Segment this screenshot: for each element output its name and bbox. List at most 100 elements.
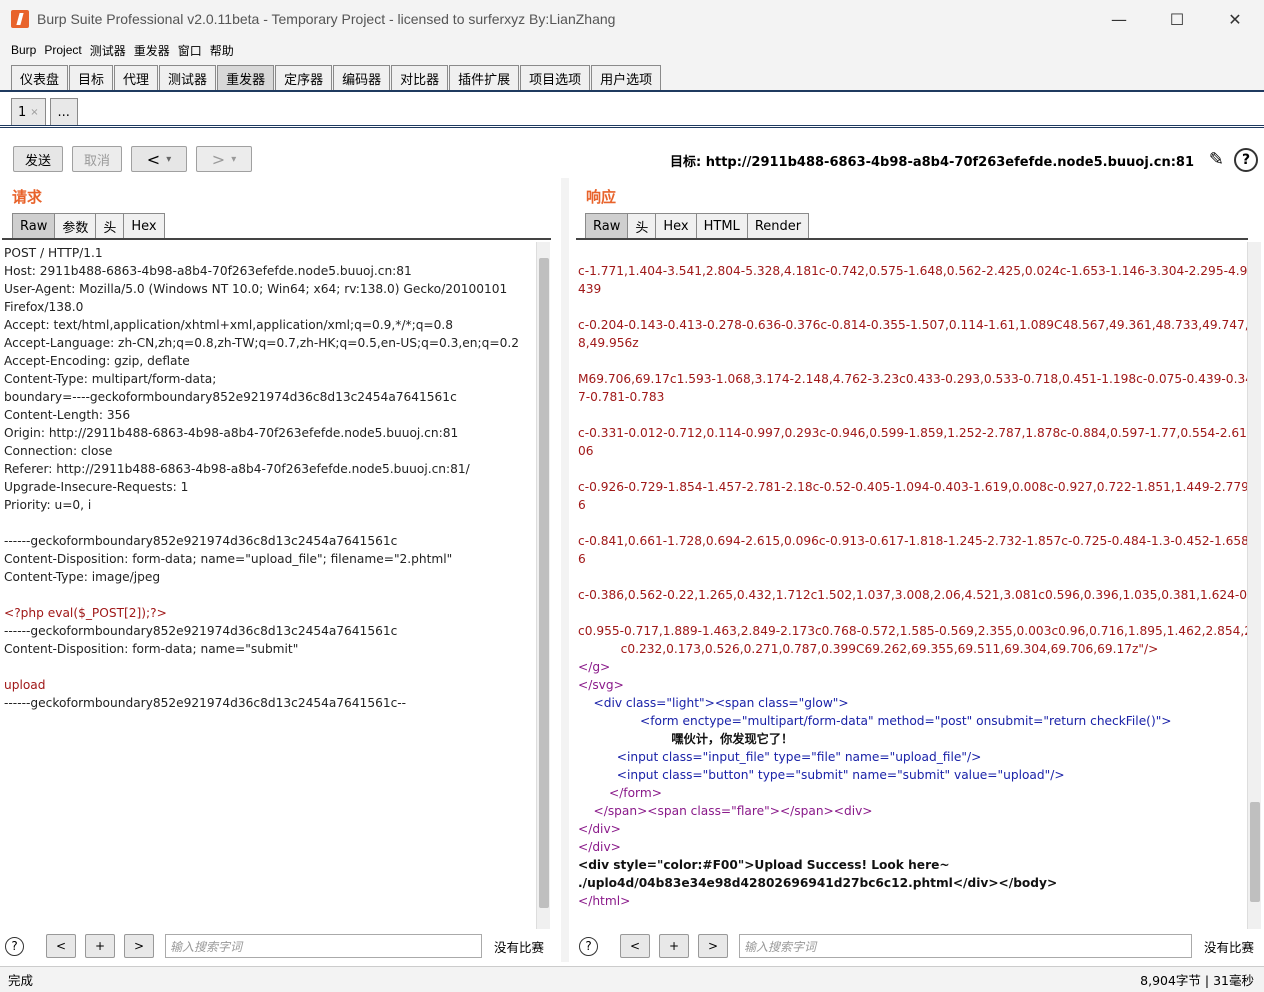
repeater-tab-new[interactable]: ...	[49, 98, 78, 125]
add-button[interactable]: +	[85, 934, 115, 958]
response-line	[578, 604, 1248, 622]
response-line: c-0.386,0.562-0.22,1.265,0.432,1.712c1.5…	[578, 588, 1248, 602]
match-count: 没有比赛	[1204, 939, 1255, 955]
tab-sequencer[interactable]: 定序器	[275, 65, 333, 90]
request-line: Accept-Language: zh-CN,zh;q=0.8,zh-TW;q=…	[4, 336, 519, 350]
chevron-down-icon: ▾	[231, 153, 237, 165]
next-match-button[interactable]: >	[698, 934, 728, 958]
request-tab-hex[interactable]: Hex	[123, 213, 165, 238]
menu-repeater[interactable]: 重发器	[134, 42, 170, 59]
response-line: </html>	[578, 894, 631, 908]
pane-divider[interactable]	[561, 178, 569, 962]
menu-help[interactable]: 帮助	[210, 42, 234, 59]
tab-user-options[interactable]: 用户选项	[591, 65, 662, 90]
back-icon: <	[146, 149, 161, 169]
menu-intruder[interactable]: 测试器	[90, 42, 126, 59]
forward-icon: >	[211, 149, 226, 169]
tab-dashboard[interactable]: 仪表盘	[11, 65, 69, 90]
tab-extender[interactable]: 插件扩展	[449, 65, 520, 90]
response-line	[578, 352, 1248, 370]
response-line: <input class="input_file" type="file" na…	[578, 750, 982, 764]
help-icon[interactable]: ?	[1234, 148, 1258, 172]
request-line: Firefox/138.0	[4, 300, 84, 314]
request-line: Connection: close	[4, 444, 113, 458]
request-line: Content-Disposition: form-data; name="su…	[4, 642, 299, 656]
minimize-button[interactable]: —	[1090, 0, 1148, 38]
request-view-tabs: Raw 参数 头 Hex	[12, 213, 165, 238]
tab-proxy[interactable]: 代理	[114, 65, 159, 90]
status-bar: 完成 8,904字节 | 31毫秒	[0, 966, 1264, 992]
response-line: <form enctype="multipart/form-data" meth…	[578, 714, 1172, 728]
close-button[interactable]: ✕	[1206, 0, 1264, 38]
request-title: 请求	[12, 188, 43, 206]
request-line: <?php eval($_POST[2]);?>	[4, 606, 167, 620]
request-line: Accept-Encoding: gzip, deflate	[4, 354, 190, 368]
request-editor[interactable]: POST / HTTP/1.1 Host: 2911b488-6863-4b98…	[2, 238, 551, 929]
response-line: c-0.331-0.012-0.712,0.114-0.997,0.293c-0…	[578, 426, 1248, 440]
tab-intruder[interactable]: 测试器	[159, 65, 217, 90]
repeater-tab-label: 1	[18, 104, 27, 120]
help-icon[interactable]: ?	[579, 936, 598, 956]
request-line: boundary=----geckoformboundary852e921974…	[4, 390, 457, 404]
request-pane: 请求 Raw 参数 头 Hex POST / HTTP/1.1 Host: 29…	[0, 178, 561, 962]
response-editor[interactable]: c-1.771,1.404-3.541,2.804-5.328,4.181c-0…	[576, 238, 1248, 929]
edit-target-icon[interactable]: ✎	[1209, 149, 1224, 170]
request-line: POST / HTTP/1.1	[4, 246, 103, 260]
response-line: c-0.926-0.729-1.854-1.457-2.781-2.18c-0.…	[578, 480, 1248, 494]
menu-project[interactable]: Project	[44, 43, 81, 57]
menu-window[interactable]: 窗口	[178, 42, 202, 59]
tab-comparer[interactable]: 对比器	[391, 65, 449, 90]
request-line: Origin: http://2911b488-6863-4b98-a8b4-7…	[4, 426, 459, 440]
response-line: ./uplo4d/04b83e34e98d42802696941d27bc6c1…	[578, 876, 1058, 890]
request-tab-headers[interactable]: 头	[95, 213, 125, 238]
back-button[interactable]: < ▾	[131, 146, 187, 172]
request-line: Accept: text/html,application/xhtml+xml,…	[4, 318, 454, 332]
help-icon[interactable]: ?	[5, 936, 24, 956]
request-tab-params[interactable]: 参数	[54, 213, 97, 238]
response-line: c0.955-0.717,1.889-1.463,2.849-2.173c0.7…	[578, 624, 1248, 638]
request-tab-raw[interactable]: Raw	[12, 213, 56, 238]
request-line: Priority: u=0, i	[4, 498, 92, 512]
request-line: ------geckoformboundary852e921974d36c8d1…	[4, 696, 407, 710]
next-match-button[interactable]: >	[124, 934, 154, 958]
request-line	[4, 514, 551, 532]
tab-target[interactable]: 目标	[69, 65, 114, 90]
maximize-button[interactable]: ☐	[1148, 0, 1206, 38]
response-tab-raw[interactable]: Raw	[585, 213, 629, 238]
chevron-down-icon: ▾	[166, 153, 172, 165]
response-line: 6	[578, 498, 586, 512]
response-tab-headers[interactable]: 头	[627, 213, 657, 238]
window-title: Burp Suite Professional v2.0.11beta - Te…	[37, 11, 616, 27]
search-input[interactable]: 输入搜索字词	[165, 934, 482, 958]
request-line: ------geckoformboundary852e921974d36c8d1…	[4, 534, 398, 548]
search-input[interactable]: 输入搜索字词	[739, 934, 1192, 958]
tab-decoder[interactable]: 编码器	[333, 65, 391, 90]
prev-match-button[interactable]: <	[46, 934, 76, 958]
request-line	[4, 586, 551, 604]
response-line: <div class="light"><span class="glow">	[578, 696, 849, 710]
tab-repeater[interactable]: 重发器	[217, 65, 275, 90]
request-line: Content-Type: multipart/form-data;	[4, 372, 217, 386]
request-line: User-Agent: Mozilla/5.0 (Windows NT 10.0…	[4, 282, 508, 296]
close-icon[interactable]: ×	[30, 107, 38, 118]
target-label: 目标:	[670, 155, 706, 170]
response-line: 6	[578, 552, 586, 566]
response-tab-html[interactable]: HTML	[695, 213, 748, 238]
response-line: 8,49.956z	[578, 336, 639, 350]
request-scrollbar[interactable]	[536, 242, 550, 929]
response-line: 7-0.781-0.783	[578, 390, 665, 404]
tab-project-options[interactable]: 项目选项	[520, 65, 591, 90]
response-line: c-0.204-0.143-0.413-0.278-0.636-0.376c-0…	[578, 318, 1248, 332]
forward-button[interactable]: > ▾	[196, 146, 252, 172]
repeater-tab-1[interactable]: 1 ×	[11, 98, 46, 125]
response-scrollbar[interactable]	[1247, 242, 1261, 929]
cancel-button[interactable]: 取消	[72, 146, 122, 172]
send-button[interactable]: 发送	[13, 146, 63, 172]
add-button[interactable]: +	[659, 934, 689, 958]
response-tab-render[interactable]: Render	[746, 213, 810, 238]
response-tab-hex[interactable]: Hex	[655, 213, 697, 238]
menu-burp[interactable]: Burp	[11, 43, 36, 57]
response-line: 439	[578, 282, 602, 296]
response-line: </div>	[578, 822, 621, 836]
prev-match-button[interactable]: <	[620, 934, 650, 958]
